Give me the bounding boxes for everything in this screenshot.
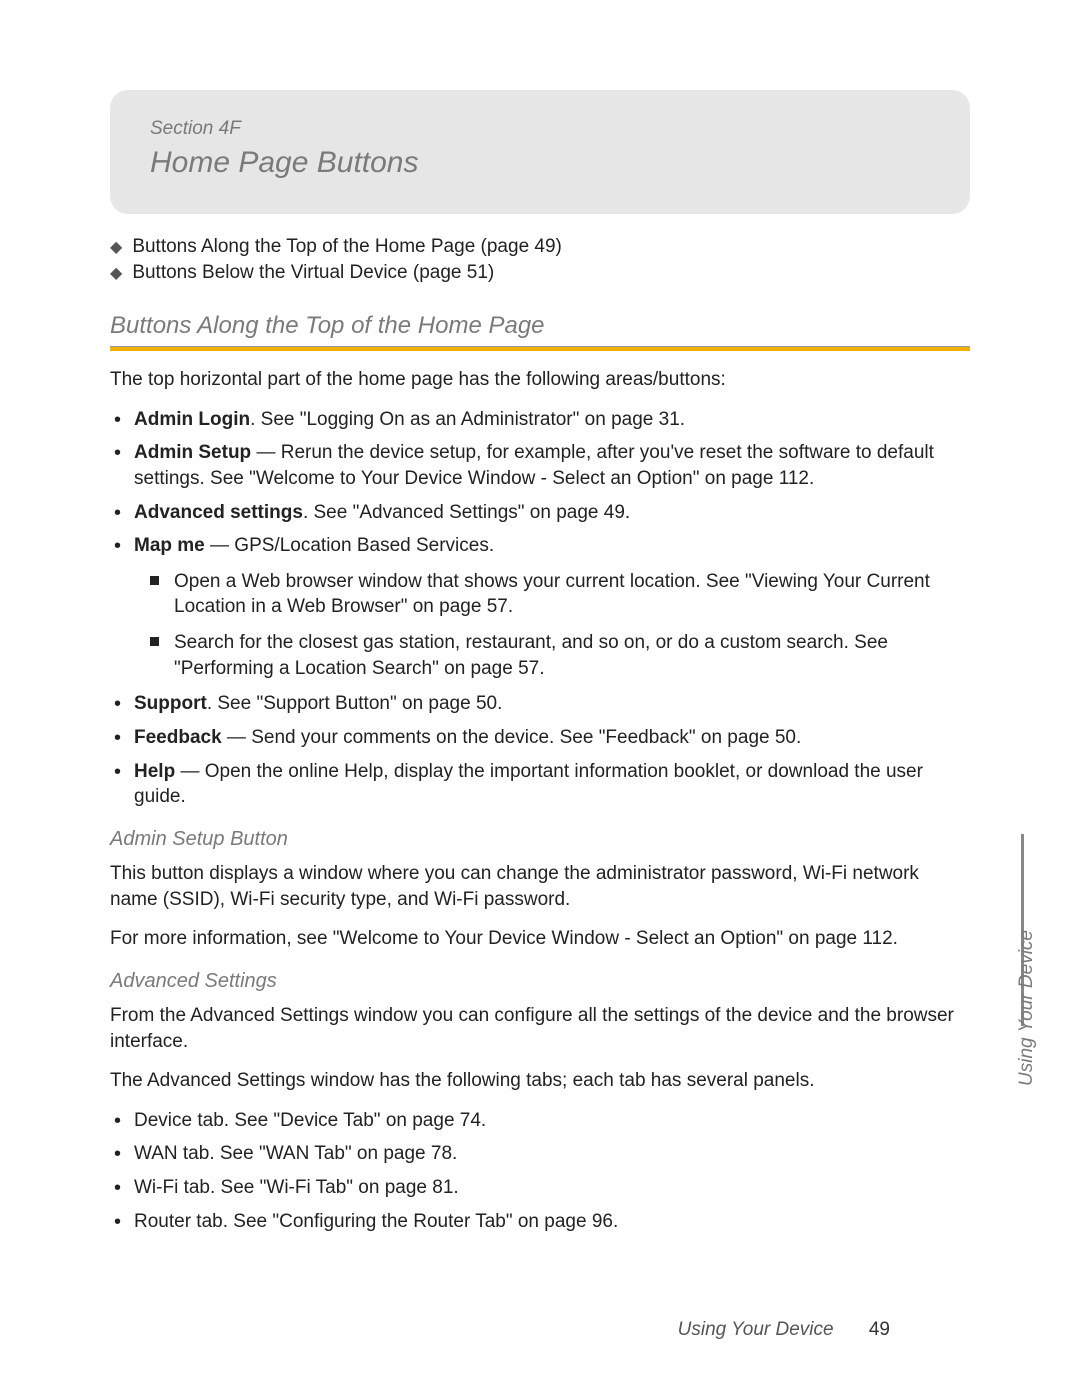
list-item: Device tab. See "Device Tab" on page 74. [130, 1108, 970, 1134]
term: Admin Login [134, 409, 250, 430]
term-text: — GPS/Location Based Services. [205, 535, 494, 556]
heading-rule [110, 346, 970, 351]
tabs-list: Device tab. See "Device Tab" on page 74.… [110, 1108, 970, 1235]
term: Advanced settings [134, 502, 303, 523]
toc-item: ◆ Buttons Below the Virtual Device (page… [110, 262, 970, 284]
term-text: . See "Logging On as an Administrator" o… [250, 409, 685, 430]
toc: ◆ Buttons Along the Top of the Home Page… [110, 236, 970, 284]
heading-3: Advanced Settings [110, 970, 970, 993]
paragraph: From the Advanced Settings window you ca… [110, 1003, 970, 1054]
paragraph: This button displays a window where you … [110, 861, 970, 912]
term-text: — Open the online Help, display the impo… [134, 761, 923, 808]
toc-text: Buttons Along the Top of the Home Page (… [132, 236, 562, 258]
button-list: Admin Login. See "Logging On as an Admin… [110, 407, 970, 810]
term: Support [134, 693, 207, 714]
page-footer: Using Your Device 49 [678, 1319, 890, 1341]
heading-3: Admin Setup Button [110, 828, 970, 851]
side-tab: Using Your Device [996, 840, 1026, 1020]
term-text: . See "Advanced Settings" on page 49. [303, 502, 630, 523]
section-header: Section 4F Home Page Buttons [110, 90, 970, 214]
term: Admin Setup [134, 442, 251, 463]
term-text: — Rerun the device setup, for example, a… [134, 442, 934, 489]
paragraph: The Advanced Settings window has the fol… [110, 1068, 970, 1094]
list-item: Support. See "Support Button" on page 50… [130, 691, 970, 717]
heading-2: Buttons Along the Top of the Home Page [110, 312, 970, 340]
diamond-icon: ◆ [110, 263, 122, 283]
sub-list-item: Search for the closest gas station, rest… [168, 630, 970, 681]
diamond-icon: ◆ [110, 237, 122, 257]
term-text: — Send your comments on the device. See … [222, 727, 802, 748]
sub-list-item: Open a Web browser window that shows you… [168, 569, 970, 620]
paragraph: For more information, see "Welcome to Yo… [110, 926, 970, 952]
list-item: Feedback — Send your comments on the dev… [130, 725, 970, 751]
term: Help [134, 761, 175, 782]
list-item: Admin Setup — Rerun the device setup, fo… [130, 440, 970, 491]
list-item: WAN tab. See "WAN Tab" on page 78. [130, 1141, 970, 1167]
paragraph: The top horizontal part of the home page… [110, 367, 970, 393]
list-item: Admin Login. See "Logging On as an Admin… [130, 407, 970, 433]
side-tab-label: Using Your Device [1016, 930, 1038, 1086]
page-title: Home Page Buttons [150, 146, 930, 180]
list-item: Help — Open the online Help, display the… [130, 759, 970, 810]
list-item: Map me — GPS/Location Based Services. Op… [130, 533, 970, 681]
term: Feedback [134, 727, 222, 748]
term-text: . See "Support Button" on page 50. [207, 693, 503, 714]
section-label: Section 4F [150, 118, 930, 140]
document-page: Section 4F Home Page Buttons ◆ Buttons A… [0, 0, 1080, 1397]
page-number: 49 [869, 1319, 890, 1340]
toc-text: Buttons Below the Virtual Device (page 5… [132, 262, 494, 284]
sub-list: Open a Web browser window that shows you… [134, 569, 970, 682]
list-item: Wi-Fi tab. See "Wi-Fi Tab" on page 81. [130, 1175, 970, 1201]
footer-text: Using Your Device [678, 1319, 834, 1340]
list-item: Router tab. See "Configuring the Router … [130, 1209, 970, 1235]
toc-item: ◆ Buttons Along the Top of the Home Page… [110, 236, 970, 258]
term: Map me [134, 535, 205, 556]
list-item: Advanced settings. See "Advanced Setting… [130, 500, 970, 526]
